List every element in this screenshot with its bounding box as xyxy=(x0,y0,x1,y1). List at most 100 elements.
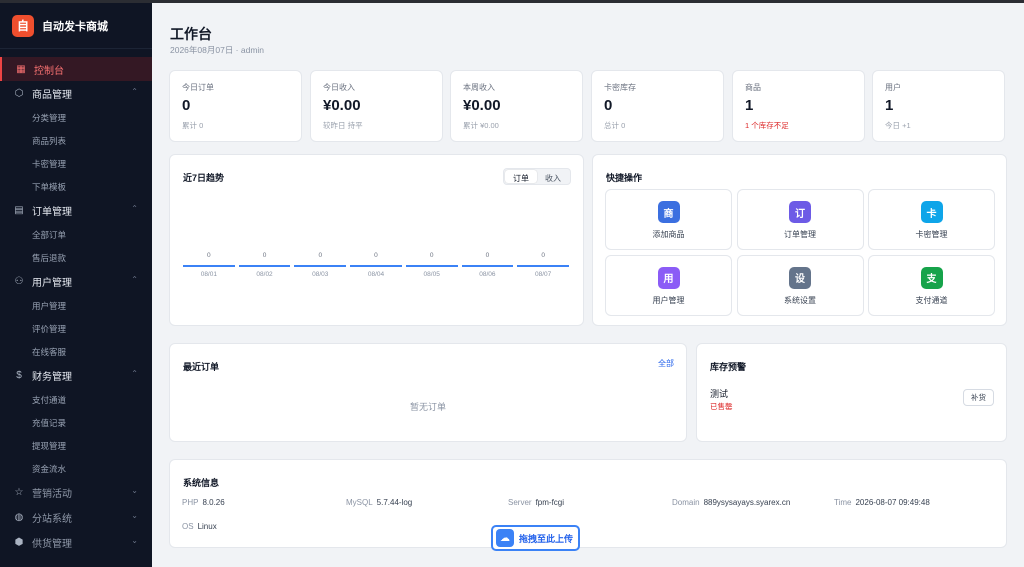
upload-drop-button[interactable]: ☁ 拖拽至此上传 xyxy=(491,525,580,551)
payment-channel-button[interactable]: 支支付通道 xyxy=(868,254,995,316)
stat-card: 卡密库存 0 总计 0 xyxy=(591,70,724,142)
sidebar-group-3[interactable]: $ 财务管理 ⌃ xyxy=(0,363,152,388)
restock-button[interactable]: 补货 xyxy=(963,389,994,406)
chart-bar-group: 0 08/05 xyxy=(405,250,458,290)
users-icon: ⚇ xyxy=(14,276,24,287)
sidebar-group-0[interactable]: ⬡ 商品管理 ⌃ xyxy=(0,81,152,106)
sidebar-item[interactable]: 下单模板 xyxy=(0,175,152,198)
trend-title: 近7日趋势 xyxy=(183,173,225,183)
sidebar-item[interactable]: 充值记录 xyxy=(0,411,152,434)
sidebar-item[interactable]: 资金流水 xyxy=(0,457,152,480)
chevron-down-icon: ⌄ xyxy=(131,511,138,520)
page-title: 工作台 xyxy=(170,26,212,42)
system-info-title: 系统信息 xyxy=(183,478,220,488)
user-management-button[interactable]: 用用户管理 xyxy=(605,254,732,316)
sidebar-group-2[interactable]: ⚇ 用户管理 ⌃ xyxy=(0,269,152,294)
system-info-item: Domain 889ysysayays.syarex.cn xyxy=(672,498,790,507)
chevron-down-icon: ⌄ xyxy=(131,486,138,495)
chevron-up-icon: ⌃ xyxy=(131,87,138,96)
view-all-orders-link[interactable]: 全部 xyxy=(658,358,674,369)
box-icon: ⬡ xyxy=(14,88,24,99)
system-info-item: MySQL 5.7.44-log xyxy=(346,498,412,507)
sidebar-item[interactable]: 在线客服 xyxy=(0,340,152,363)
trend-card: 近7日趋势 订单 收入 0 08/01 0 08/02 0 08/03 0 08/04 0 08/… xyxy=(169,154,584,326)
system-info-key: MySQL xyxy=(346,498,373,507)
chart-bar-group: 0 08/01 xyxy=(183,250,235,290)
stat-value: 0 xyxy=(182,97,191,114)
sidebar-item[interactable]: 评价管理 xyxy=(0,317,152,340)
inventory-item-status: 已售罄 xyxy=(710,402,733,411)
sidebar-item[interactable]: 卡密管理 xyxy=(0,152,152,175)
system-info-value: 2026-08-07 09:49:48 xyxy=(855,498,930,507)
stat-note: 较昨日 持平 xyxy=(323,121,363,130)
chart-data-label: 0 xyxy=(318,252,323,259)
chart-bar xyxy=(517,265,569,267)
chart-bar-group: 0 08/03 xyxy=(294,250,347,290)
sidebar-group-label: 分站系统 xyxy=(32,514,72,525)
system-info-item: Server fpm-fcgi xyxy=(508,498,564,507)
sidebar: 自 自动发卡商城 ▦ 控制台 ⬡ 商品管理 ⌃ 分类管理 商品列表 卡密管理 下单模板 ▤ 订单… xyxy=(0,3,152,567)
card-key-management-button[interactable]: 卡卡密管理 xyxy=(868,189,995,250)
system-info-value: Linux xyxy=(197,522,217,531)
sidebar-item[interactable]: 支付通道 xyxy=(0,388,152,411)
brand[interactable]: 自 自动发卡商城 xyxy=(0,3,152,49)
chart-bar-group: 0 08/07 xyxy=(517,250,569,290)
quick-action-icon: 卡 xyxy=(920,201,943,223)
sidebar-group-4[interactable]: ☆ 营销活动 ⌄ xyxy=(0,480,152,505)
sidebar-group-1[interactable]: ▤ 订单管理 ⌃ xyxy=(0,198,152,223)
chart-data-label: 0 xyxy=(541,252,545,259)
stat-value: 1 xyxy=(885,97,894,114)
system-info-item: OS Linux xyxy=(182,522,217,531)
quick-action-icon: 订 xyxy=(789,201,811,223)
quick-action-icon: 商 xyxy=(657,201,680,223)
chart-x-tick-label: 08/04 xyxy=(367,271,385,278)
quick-action-icon: 设 xyxy=(789,266,811,289)
quick-action-label: 卡密管理 xyxy=(915,230,948,239)
grid-icon: ▦ xyxy=(16,63,26,75)
chart-bar xyxy=(238,265,291,267)
quick-action-icon: 用 xyxy=(657,266,680,289)
chart-data-label: 0 xyxy=(429,252,434,259)
sidebar-item[interactable]: 提现管理 xyxy=(0,434,152,457)
sidebar-item-dashboard[interactable]: ▦ 控制台 xyxy=(0,57,152,81)
sidebar-item[interactable]: 分类管理 xyxy=(0,106,152,129)
quick-action-icon: 支 xyxy=(920,266,943,289)
sidebar-group-label: 供货管理 xyxy=(32,539,72,550)
sidebar-item[interactable]: 售后退款 xyxy=(0,246,152,269)
quick-action-label: 订单管理 xyxy=(784,230,816,239)
stat-card: 商品 1 1 个库存不足 xyxy=(732,70,865,142)
system-info-item: Time 2026-08-07 09:49:48 xyxy=(834,498,930,507)
stat-value: 1 xyxy=(745,97,754,114)
tab-revenue[interactable]: 收入 xyxy=(537,170,569,183)
system-settings-button[interactable]: 设系统设置 xyxy=(736,254,864,316)
order-management-button[interactable]: 订订单管理 xyxy=(736,189,864,250)
sidebar-group-6[interactable]: ⬢ 供货管理 ⌄ xyxy=(0,530,152,555)
chart-x-tick-label: 08/06 xyxy=(479,271,496,278)
chevron-up-icon: ⌃ xyxy=(131,275,138,284)
quick-actions-card: 快捷操作 商添加商品订订单管理卡卡密管理用用户管理设系统设置支支付通道 xyxy=(592,154,1007,326)
chart-x-tick-label: 08/07 xyxy=(534,271,552,278)
sidebar-group-label: 财务管理 xyxy=(32,372,72,383)
stat-note: 累计 0 xyxy=(182,121,204,130)
add-product-button[interactable]: 商添加商品 xyxy=(605,189,732,250)
star-icon: ☆ xyxy=(14,487,24,498)
main-content: 工作台 2026年08月07日 · admin 今日订单 0 累计 0 今日收入 ¥0.… xyxy=(152,3,1024,567)
stat-card: 今日订单 0 累计 0 xyxy=(169,70,302,142)
sidebar-item[interactable]: 全部订单 xyxy=(0,223,152,246)
stat-value: ¥0.00 xyxy=(323,97,361,114)
chart-bar-group: 0 08/06 xyxy=(461,250,514,290)
chart-data-label: 0 xyxy=(374,252,378,259)
system-info-key: Server xyxy=(508,498,532,507)
stat-label: 今日收入 xyxy=(323,83,355,92)
sidebar-item[interactable]: 商品列表 xyxy=(0,129,152,152)
globe-icon: ◍ xyxy=(14,512,24,523)
chevron-up-icon: ⌃ xyxy=(131,204,138,213)
sidebar-group-5[interactable]: ◍ 分站系统 ⌄ xyxy=(0,505,152,530)
chart-data-label: 0 xyxy=(207,252,211,259)
system-info-value: 8.0.26 xyxy=(202,498,225,507)
stat-note: 今日 +1 xyxy=(885,121,911,130)
sidebar-item[interactable]: 用户管理 xyxy=(0,294,152,317)
quick-action-label: 系统设置 xyxy=(784,295,816,305)
system-info-value: fpm-fcgi xyxy=(535,498,565,507)
tab-orders[interactable]: 订单 xyxy=(505,170,537,183)
